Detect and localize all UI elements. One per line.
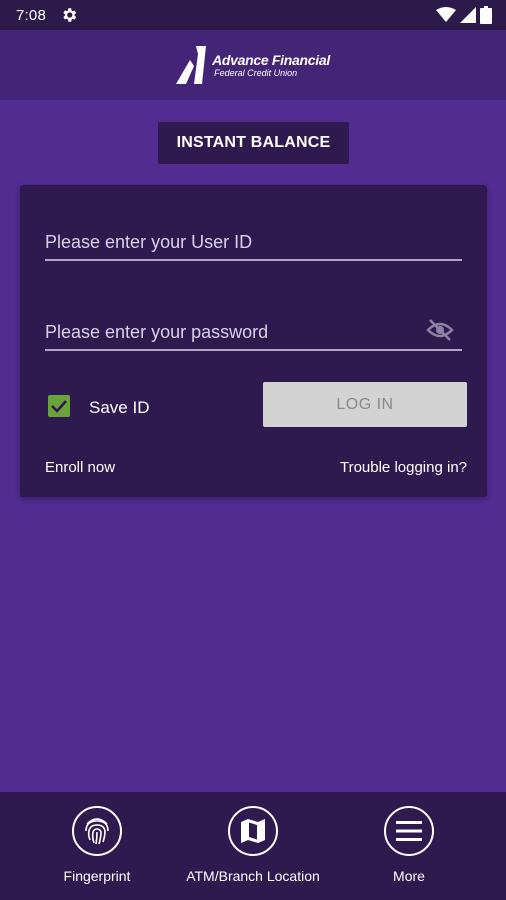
map-icon bbox=[241, 819, 265, 843]
fingerprint-button[interactable] bbox=[72, 806, 122, 856]
signal-icon bbox=[460, 7, 476, 23]
trouble-logging-in-link[interactable]: Trouble logging in? bbox=[340, 459, 467, 476]
user-id-field-wrapper bbox=[45, 217, 462, 261]
nav-more-label: More bbox=[393, 868, 425, 884]
nav-atm-branch-label: ATM/Branch Location bbox=[186, 868, 320, 884]
status-indicators bbox=[436, 6, 492, 24]
status-time: 7:08 bbox=[16, 6, 46, 24]
checkmark-icon bbox=[51, 400, 67, 413]
login-button[interactable]: LOG IN bbox=[263, 382, 467, 427]
user-id-input[interactable] bbox=[45, 217, 462, 259]
save-id-checkbox[interactable] bbox=[48, 395, 70, 417]
visibility-off-icon[interactable] bbox=[426, 319, 454, 341]
nav-atm-branch[interactable]: ATM/Branch Location bbox=[173, 806, 333, 884]
save-id-label: Save ID bbox=[89, 398, 150, 417]
settings-gear-icon bbox=[63, 8, 77, 22]
status-bar: 7:08 bbox=[0, 0, 506, 30]
menu-icon bbox=[396, 821, 422, 841]
enroll-now-link[interactable]: Enroll now bbox=[45, 459, 115, 476]
bottom-nav: Fingerprint ATM/Branch Location More bbox=[0, 792, 506, 900]
nav-fingerprint-label: Fingerprint bbox=[63, 868, 131, 884]
nav-more[interactable]: More bbox=[329, 806, 489, 884]
logo-text: Advance Financial Federal Credit Union bbox=[212, 51, 330, 78]
instant-balance-button[interactable]: INSTANT BALANCE bbox=[158, 122, 349, 164]
fingerprint-icon bbox=[85, 818, 109, 845]
password-field-wrapper bbox=[45, 307, 462, 351]
logo-mark-icon bbox=[176, 46, 207, 84]
password-input[interactable] bbox=[45, 307, 462, 349]
logo-subtitle: Federal Credit Union bbox=[214, 67, 298, 78]
nav-fingerprint[interactable]: Fingerprint bbox=[17, 806, 177, 884]
battery-icon bbox=[480, 6, 492, 24]
atm-branch-button[interactable] bbox=[228, 806, 278, 856]
logo-name: Advance Financial bbox=[212, 51, 330, 68]
login-card: Save ID LOG IN Enroll now Trouble loggin… bbox=[20, 185, 487, 497]
wifi-icon bbox=[436, 7, 456, 22]
more-button[interactable] bbox=[384, 806, 434, 856]
app-header: Advance Financial Federal Credit Union bbox=[0, 30, 506, 100]
logo: Advance Financial Federal Credit Union bbox=[176, 46, 330, 84]
